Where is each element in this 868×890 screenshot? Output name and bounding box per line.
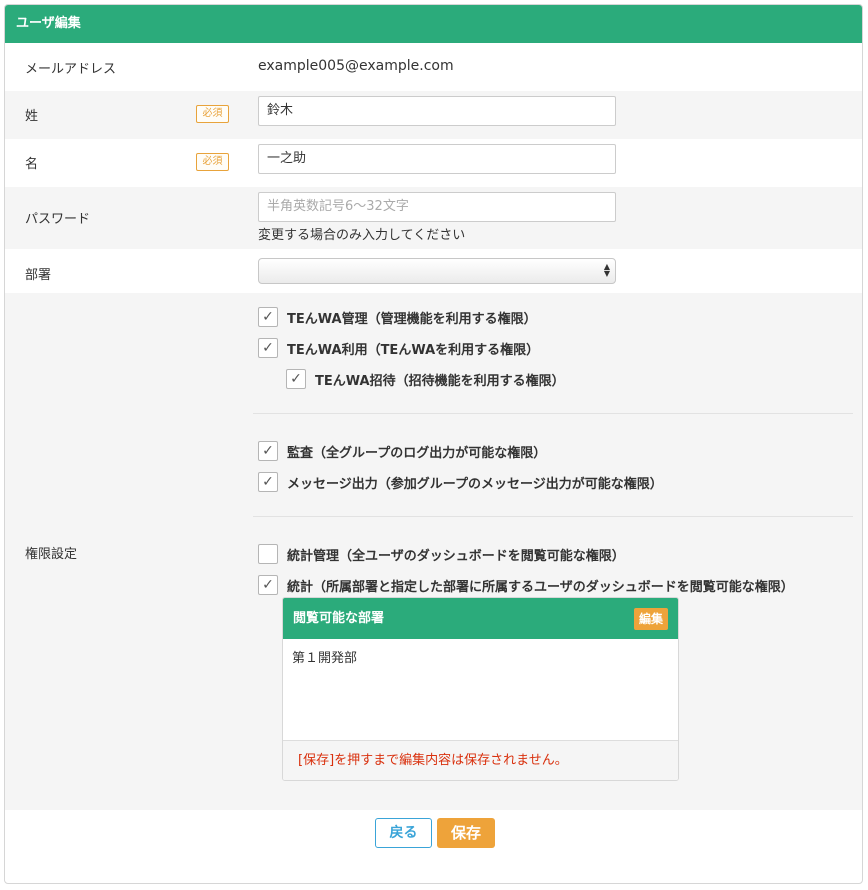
password-row: パスワード 半角英数記号6〜32文字 変更する場合のみ入力してください	[5, 187, 862, 249]
permission-label: 監査（全グループのログ出力が可能な権限）	[287, 446, 547, 461]
department-select[interactable]: ▲ ▼	[258, 258, 616, 284]
divider	[253, 413, 853, 414]
permission-label: TEんWA招待（招待機能を利用する権限）	[315, 374, 565, 389]
divider	[253, 516, 853, 517]
last-name-input[interactable]: 鈴木	[258, 96, 616, 126]
viewable-departments-box: 閲覧可能な部署 編集 第１開発部 [保存]を押すまで編集内容は保存されません。	[282, 597, 679, 781]
back-button[interactable]: 戻る	[375, 818, 432, 848]
email-row: メールアドレス example005@example.com	[5, 43, 862, 91]
email-label: メールアドレス	[25, 62, 117, 77]
viewable-departments-header: 閲覧可能な部署 編集	[283, 598, 678, 639]
checkbox[interactable]	[258, 544, 278, 564]
checkbox[interactable]: ✓	[286, 369, 306, 389]
department-label: 部署	[25, 268, 52, 283]
permission-label: 統計（所属部署と指定した部署に所属するユーザのダッシュボードを閲覧可能な権限）	[287, 580, 794, 595]
list-item: 第１開発部	[292, 651, 358, 666]
permission-label: TEんWA利用（TEんWAを利用する権限）	[287, 343, 540, 358]
first-name-label: 名	[25, 157, 39, 172]
required-badge: 必須	[196, 153, 229, 171]
department-row: 部署 ▲ ▼	[5, 249, 862, 293]
checkbox[interactable]: ✓	[258, 472, 278, 492]
permission-label: TEんWA管理（管理機能を利用する権限）	[287, 312, 537, 327]
permission-label: メッセージ出力（参加グループのメッセージ出力が可能な権限）	[287, 477, 663, 492]
save-button[interactable]: 保存	[437, 818, 495, 848]
first-name-row: 名 必須 一之助	[5, 139, 862, 187]
viewable-departments-title: 閲覧可能な部署	[293, 611, 385, 626]
checkbox[interactable]: ✓	[258, 307, 278, 327]
email-value: example005@example.com	[258, 58, 454, 74]
permissions-label: 権限設定	[25, 547, 78, 562]
password-label: パスワード	[25, 212, 91, 227]
last-name-row: 姓 必須 鈴木	[5, 91, 862, 139]
panel-title: ユーザ編集	[5, 5, 862, 43]
checkbox[interactable]: ✓	[258, 575, 278, 595]
edit-departments-button[interactable]: 編集	[633, 608, 668, 630]
password-input[interactable]: 半角英数記号6〜32文字	[258, 192, 616, 222]
password-hint: 変更する場合のみ入力してください	[258, 228, 466, 243]
required-badge: 必須	[196, 105, 229, 123]
viewable-departments-list: 第１開発部	[283, 639, 678, 740]
checkbox[interactable]: ✓	[258, 338, 278, 358]
first-name-input[interactable]: 一之助	[258, 144, 616, 174]
select-arrows-icon: ▲ ▼	[603, 262, 610, 278]
last-name-label: 姓	[25, 109, 39, 124]
checkbox[interactable]: ✓	[258, 441, 278, 461]
permission-label: 統計管理（全ユーザのダッシュボードを閲覧可能な権限）	[287, 549, 625, 564]
save-notice: [保存]を押すまで編集内容は保存されません。	[283, 740, 678, 780]
